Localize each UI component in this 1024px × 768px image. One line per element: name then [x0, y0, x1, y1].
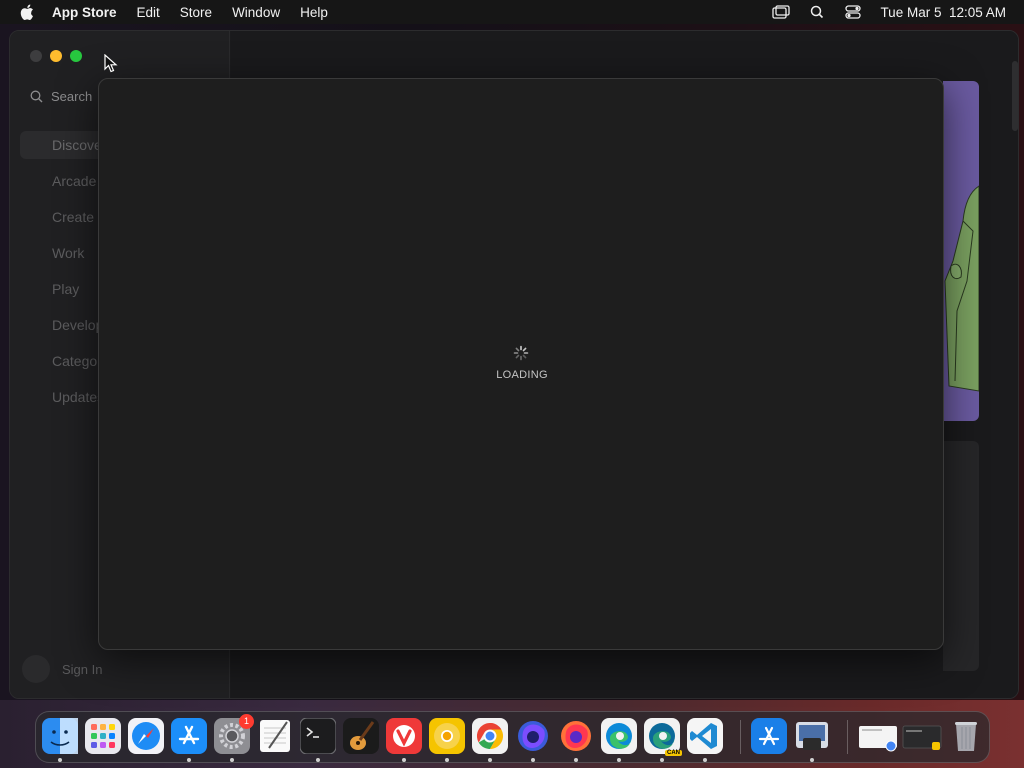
featured-illustration: [944, 185, 979, 392]
menubar-clock[interactable]: Tue Mar 5 12:05 AM: [880, 5, 1006, 20]
running-indicator: [531, 758, 535, 762]
dock-simulator[interactable]: [751, 718, 787, 754]
running-indicator: [58, 758, 62, 762]
dock-separator: [740, 720, 741, 754]
trash-icon: [955, 722, 977, 751]
dock: 1 CAN: [35, 711, 990, 763]
running-indicator: [617, 758, 621, 762]
dock-firefox-developer[interactable]: [515, 718, 551, 754]
terminal-icon: [300, 718, 336, 754]
running-indicator: [574, 758, 578, 762]
dock-microsoft-edge-canary[interactable]: CAN: [644, 718, 682, 756]
loading-label: LOADING: [496, 369, 548, 381]
featured-card[interactable]: [943, 81, 979, 421]
vivaldi-icon: [386, 718, 422, 754]
vscode-icon: [687, 718, 723, 754]
menu-edit[interactable]: Edit: [137, 5, 160, 20]
textedit-icon: [260, 720, 290, 752]
running-indicator: [488, 758, 492, 762]
apple-logo-icon[interactable]: [20, 4, 34, 20]
simulator-icon: [751, 718, 787, 754]
secondary-card[interactable]: [943, 441, 979, 671]
safari-icon: [128, 718, 164, 754]
launchpad-icon: [85, 718, 121, 754]
dock-textedit[interactable]: [257, 718, 293, 754]
firefox-icon: [561, 721, 591, 751]
dock-finder[interactable]: [42, 718, 78, 754]
close-button[interactable]: [30, 50, 42, 62]
canary-tag: CAN: [665, 750, 682, 756]
firefox-dev-icon: [518, 721, 548, 751]
finder-icon: [42, 718, 78, 754]
dock-safari[interactable]: [128, 718, 164, 754]
running-indicator: [445, 758, 449, 762]
running-indicator: [230, 758, 234, 762]
spinner-icon: [513, 345, 529, 361]
chrome-canary-icon: [429, 718, 465, 754]
edge-icon: [601, 718, 637, 754]
running-indicator: [660, 758, 664, 762]
avatar: [22, 655, 50, 683]
dock-vivaldi[interactable]: [386, 718, 422, 754]
dock-microsoft-edge[interactable]: [601, 718, 637, 754]
running-indicator: [810, 758, 814, 762]
dock-google-chrome[interactable]: [472, 718, 508, 754]
dock-vscode[interactable]: [687, 718, 723, 754]
sign-in-label: Sign In: [62, 661, 103, 677]
dock-garageband[interactable]: [343, 718, 379, 754]
minimize-button[interactable]: [50, 50, 62, 62]
window-thumbnail-icon: [902, 725, 942, 750]
screen-mirroring-icon[interactable]: [772, 5, 791, 19]
menubar-status-area: Tue Mar 5 12:05 AM: [772, 0, 1006, 24]
running-indicator: [316, 758, 320, 762]
menu-help[interactable]: Help: [300, 5, 328, 20]
running-indicator: [703, 758, 707, 762]
dock-recent-window[interactable]: [902, 718, 942, 754]
search-icon: [30, 90, 43, 102]
dock-preview[interactable]: [794, 718, 830, 754]
garageband-icon: [343, 718, 379, 754]
preview-icon: [796, 722, 828, 750]
loading-sheet: LOADING: [98, 78, 944, 650]
control-center-icon[interactable]: [844, 5, 862, 19]
dock-firefox[interactable]: [558, 718, 594, 754]
chrome-icon: [472, 718, 508, 754]
dock-system-settings[interactable]: 1: [214, 714, 254, 754]
dock-launchpad[interactable]: [85, 718, 121, 754]
menu-store[interactable]: Store: [180, 5, 212, 20]
sign-in-button[interactable]: Sign In: [22, 655, 102, 683]
dock-recent-document[interactable]: [858, 718, 898, 754]
running-indicator: [187, 758, 191, 762]
dock-trash[interactable]: [948, 718, 984, 754]
mouse-cursor-icon: [104, 54, 118, 73]
window-controls: [30, 50, 82, 62]
search-placeholder: Search: [51, 88, 93, 104]
edge-canary-icon: [644, 718, 680, 754]
dock-separator: [847, 720, 848, 754]
running-indicator: [402, 758, 406, 762]
menu-bar: App Store Edit Store Window Help Tue Mar…: [0, 0, 1024, 24]
document-thumbnail-icon: [859, 726, 897, 752]
dock-chrome-canary[interactable]: [429, 718, 465, 754]
zoom-button[interactable]: [70, 50, 82, 62]
dock-terminal[interactable]: [300, 718, 336, 754]
menu-app-name[interactable]: App Store: [52, 5, 117, 20]
app-store-icon: [171, 718, 207, 754]
spotlight-search-icon[interactable]: [808, 5, 826, 19]
vertical-scrollbar[interactable]: [1012, 61, 1018, 131]
menu-window[interactable]: Window: [232, 5, 280, 20]
notification-badge: 1: [239, 714, 254, 729]
dock-app-store[interactable]: [171, 718, 207, 754]
